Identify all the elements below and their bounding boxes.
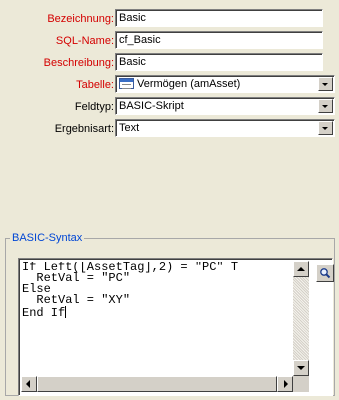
horizontal-scrollbar[interactable] (21, 376, 293, 392)
label-tabelle: Tabelle: (76, 79, 114, 91)
basic-syntax-title: BASIC-Syntax (10, 231, 85, 245)
tabelle-selected: Vermögen (amAsset) (119, 78, 240, 91)
label-bezeichnung: Bezeichnung: (47, 13, 114, 25)
label-feldtyp: Feldtyp: (74, 101, 114, 113)
zoom-button[interactable] (316, 264, 334, 282)
scroll-left-button[interactable] (21, 376, 37, 392)
field-row-sql-name: SQL-Name: cf_Basic (0, 31, 339, 51)
feldtyp-dropdown-button[interactable] (318, 99, 333, 113)
tabelle-dropdown-button[interactable] (318, 77, 333, 91)
label-sql-name: SQL-Name: (55, 35, 114, 47)
vertical-scrollbar[interactable] (293, 261, 309, 376)
code-line: RetVal = "PC" (22, 271, 131, 285)
field-row-ergebnisart: Ergebnisart: Text (0, 119, 339, 139)
code-line: RetVal = "XY" (22, 293, 131, 307)
code-area[interactable]: If Left([AssetTag],2) = "PC" T RetVal = … (22, 262, 290, 374)
tabelle-value: Vermögen (amAsset) (137, 78, 241, 90)
basic-code-editor[interactable]: If Left([AssetTag],2) = "PC" T RetVal = … (18, 258, 333, 396)
feldtyp-value: BASIC-Skript (119, 100, 184, 112)
field-row-bezeichnung: Bezeichnung: Basic (0, 9, 339, 29)
bezeichnung-input[interactable]: Basic (115, 9, 323, 27)
scrollbar-corner (293, 376, 309, 392)
code-line-last: End If (22, 306, 290, 319)
feldtyp-select[interactable]: BASIC-Skript (115, 97, 335, 115)
field-row-tabelle: Tabelle: Vermögen (amAsset) (0, 75, 339, 95)
tabelle-select[interactable]: Vermögen (amAsset) (115, 75, 335, 93)
scroll-down-button[interactable] (293, 360, 309, 376)
ergebnisart-dropdown-button[interactable] (318, 121, 333, 135)
ergebnisart-select[interactable]: Text (115, 119, 335, 137)
scroll-up-button[interactable] (293, 261, 309, 277)
text-caret (65, 306, 67, 318)
field-row-beschreibung: Beschreibung: Basic (0, 53, 339, 73)
field-row-feldtyp: Feldtyp: BASIC-Skript (0, 97, 339, 117)
scroll-right-button[interactable] (277, 376, 293, 392)
label-ergebnisart: Ergebnisart: (54, 123, 114, 135)
code-line: End If (22, 306, 66, 320)
horizontal-scroll-thumb[interactable] (37, 376, 277, 392)
table-icon (119, 78, 134, 89)
magnifier-icon (320, 268, 331, 279)
ergebnisart-value: Text (119, 122, 140, 134)
label-beschreibung: Beschreibung: (43, 57, 114, 69)
beschreibung-input[interactable]: Basic (115, 53, 323, 71)
sql-name-input[interactable]: cf_Basic (115, 31, 323, 49)
